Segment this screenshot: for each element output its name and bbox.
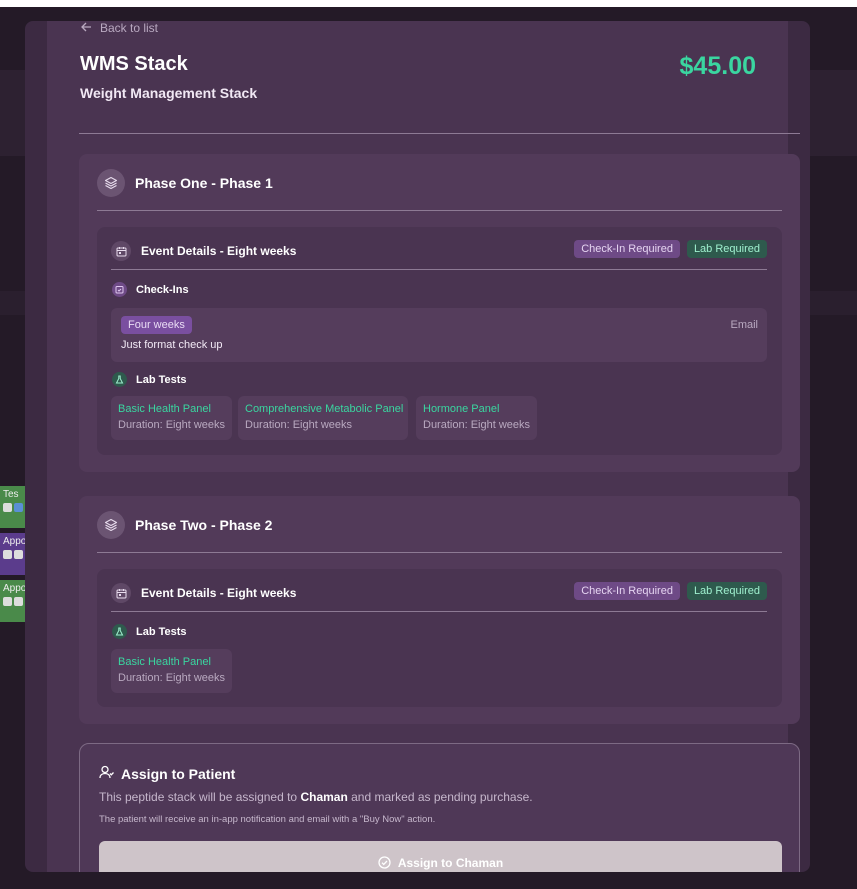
calendar-check-icon bbox=[112, 282, 127, 297]
stack-title: WMS Stack bbox=[80, 53, 188, 75]
check-in-item: Four weeks Email Just format check up bbox=[111, 308, 767, 362]
assign-to-patient-section: Assign to Patient This peptide stack wil… bbox=[79, 743, 800, 872]
background-event: Appo bbox=[0, 533, 25, 575]
flask-icon bbox=[112, 624, 127, 639]
arrow-left-icon bbox=[81, 21, 92, 35]
lab-test-duration: Duration: Eight weeks bbox=[245, 419, 352, 431]
check-in-required-badge: Check-In Required bbox=[574, 240, 680, 258]
lab-test-card: Comprehensive Metabolic Panel Duration: … bbox=[238, 396, 408, 440]
event-badges: Check-In Required Lab Required bbox=[574, 582, 767, 600]
check-in-required-badge: Check-In Required bbox=[574, 582, 680, 600]
lab-tests-label: Lab Tests bbox=[136, 373, 187, 386]
lab-test-name: Basic Health Panel bbox=[118, 656, 211, 668]
assign-note: The patient will receive an in-app notif… bbox=[99, 814, 436, 825]
assign-title: Assign to Patient bbox=[121, 765, 236, 782]
check-in-channel: Email bbox=[730, 319, 758, 331]
phase-title: Phase Two - Phase 2 bbox=[135, 517, 273, 533]
lab-test-card: Hormone Panel Duration: Eight weeks bbox=[416, 396, 537, 440]
calendar-icon bbox=[111, 241, 131, 261]
check-ins-heading: Check-Ins bbox=[112, 282, 189, 297]
background-event: Appo bbox=[0, 580, 25, 622]
lab-tests-heading: Lab Tests bbox=[112, 372, 187, 387]
user-assign-icon bbox=[99, 765, 114, 782]
event-divider bbox=[111, 269, 767, 270]
check-ins-label: Check-Ins bbox=[136, 283, 189, 296]
phase-card: Phase One - Phase 1 Event Details - Eigh… bbox=[79, 154, 800, 472]
lab-test-card: Basic Health Panel Duration: Eight weeks bbox=[111, 649, 232, 693]
lab-test-duration: Duration: Eight weeks bbox=[118, 419, 225, 431]
background-event: Tes bbox=[0, 486, 25, 528]
lab-test-duration: Duration: Eight weeks bbox=[118, 672, 225, 684]
stack-subtitle: Weight Management Stack bbox=[80, 85, 258, 101]
phase-divider bbox=[97, 210, 782, 211]
lab-test-name: Basic Health Panel bbox=[118, 403, 211, 415]
assign-to-patient-button[interactable]: Assign to Chaman bbox=[99, 841, 782, 872]
assign-header: Assign to Patient bbox=[99, 765, 235, 782]
stack-price: $45.00 bbox=[679, 52, 756, 80]
assign-button-label: Assign to Chaman bbox=[397, 856, 504, 870]
lab-tests-heading: Lab Tests bbox=[112, 624, 187, 639]
event-title: Event Details - Eight weeks bbox=[141, 244, 297, 258]
calendar-icon bbox=[111, 583, 131, 603]
lab-test-name: Comprehensive Metabolic Panel bbox=[245, 403, 404, 415]
phase-title: Phase One - Phase 1 bbox=[135, 175, 273, 191]
event-badges: Check-In Required Lab Required bbox=[574, 240, 767, 258]
layers-icon bbox=[97, 169, 125, 197]
event-details-card: Event Details - Eight weeks Check-In Req… bbox=[97, 227, 782, 455]
phase-header: Phase Two - Phase 2 bbox=[97, 511, 272, 539]
event-divider bbox=[111, 611, 767, 612]
check-in-period-badge: Four weeks bbox=[121, 316, 192, 334]
event-header: Event Details - Eight weeks bbox=[111, 583, 296, 603]
back-to-list-link[interactable]: Back to list bbox=[81, 21, 158, 35]
browser-top-strip bbox=[0, 0, 857, 7]
patient-name: Chaman bbox=[300, 790, 348, 804]
lab-test-name: Hormone Panel bbox=[423, 403, 500, 415]
phase-header: Phase One - Phase 1 bbox=[97, 169, 273, 197]
lab-test-duration: Duration: Eight weeks bbox=[423, 419, 530, 431]
layers-icon bbox=[97, 511, 125, 539]
event-header: Event Details - Eight weeks bbox=[111, 241, 296, 261]
assign-description: This peptide stack will be assigned to C… bbox=[99, 790, 533, 804]
phase-card: Phase Two - Phase 2 Event Details - Eigh… bbox=[79, 496, 800, 724]
check-circle-icon bbox=[378, 856, 391, 872]
lab-test-card: Basic Health Panel Duration: Eight weeks bbox=[111, 396, 232, 440]
stack-detail-modal: Back to list WMS Stack Weight Management… bbox=[25, 21, 810, 872]
event-title: Event Details - Eight weeks bbox=[141, 586, 297, 600]
lab-required-badge: Lab Required bbox=[686, 240, 767, 258]
stack-detail-panel: Back to list WMS Stack Weight Management… bbox=[47, 21, 800, 872]
lab-tests-label: Lab Tests bbox=[136, 625, 187, 638]
phase-divider bbox=[97, 552, 782, 553]
lab-required-badge: Lab Required bbox=[686, 582, 767, 600]
header-divider bbox=[79, 133, 800, 134]
back-to-list-label: Back to list bbox=[100, 21, 159, 35]
flask-icon bbox=[112, 372, 127, 387]
check-in-note: Just format check up bbox=[121, 339, 223, 351]
event-details-card: Event Details - Eight weeks Check-In Req… bbox=[97, 569, 782, 707]
